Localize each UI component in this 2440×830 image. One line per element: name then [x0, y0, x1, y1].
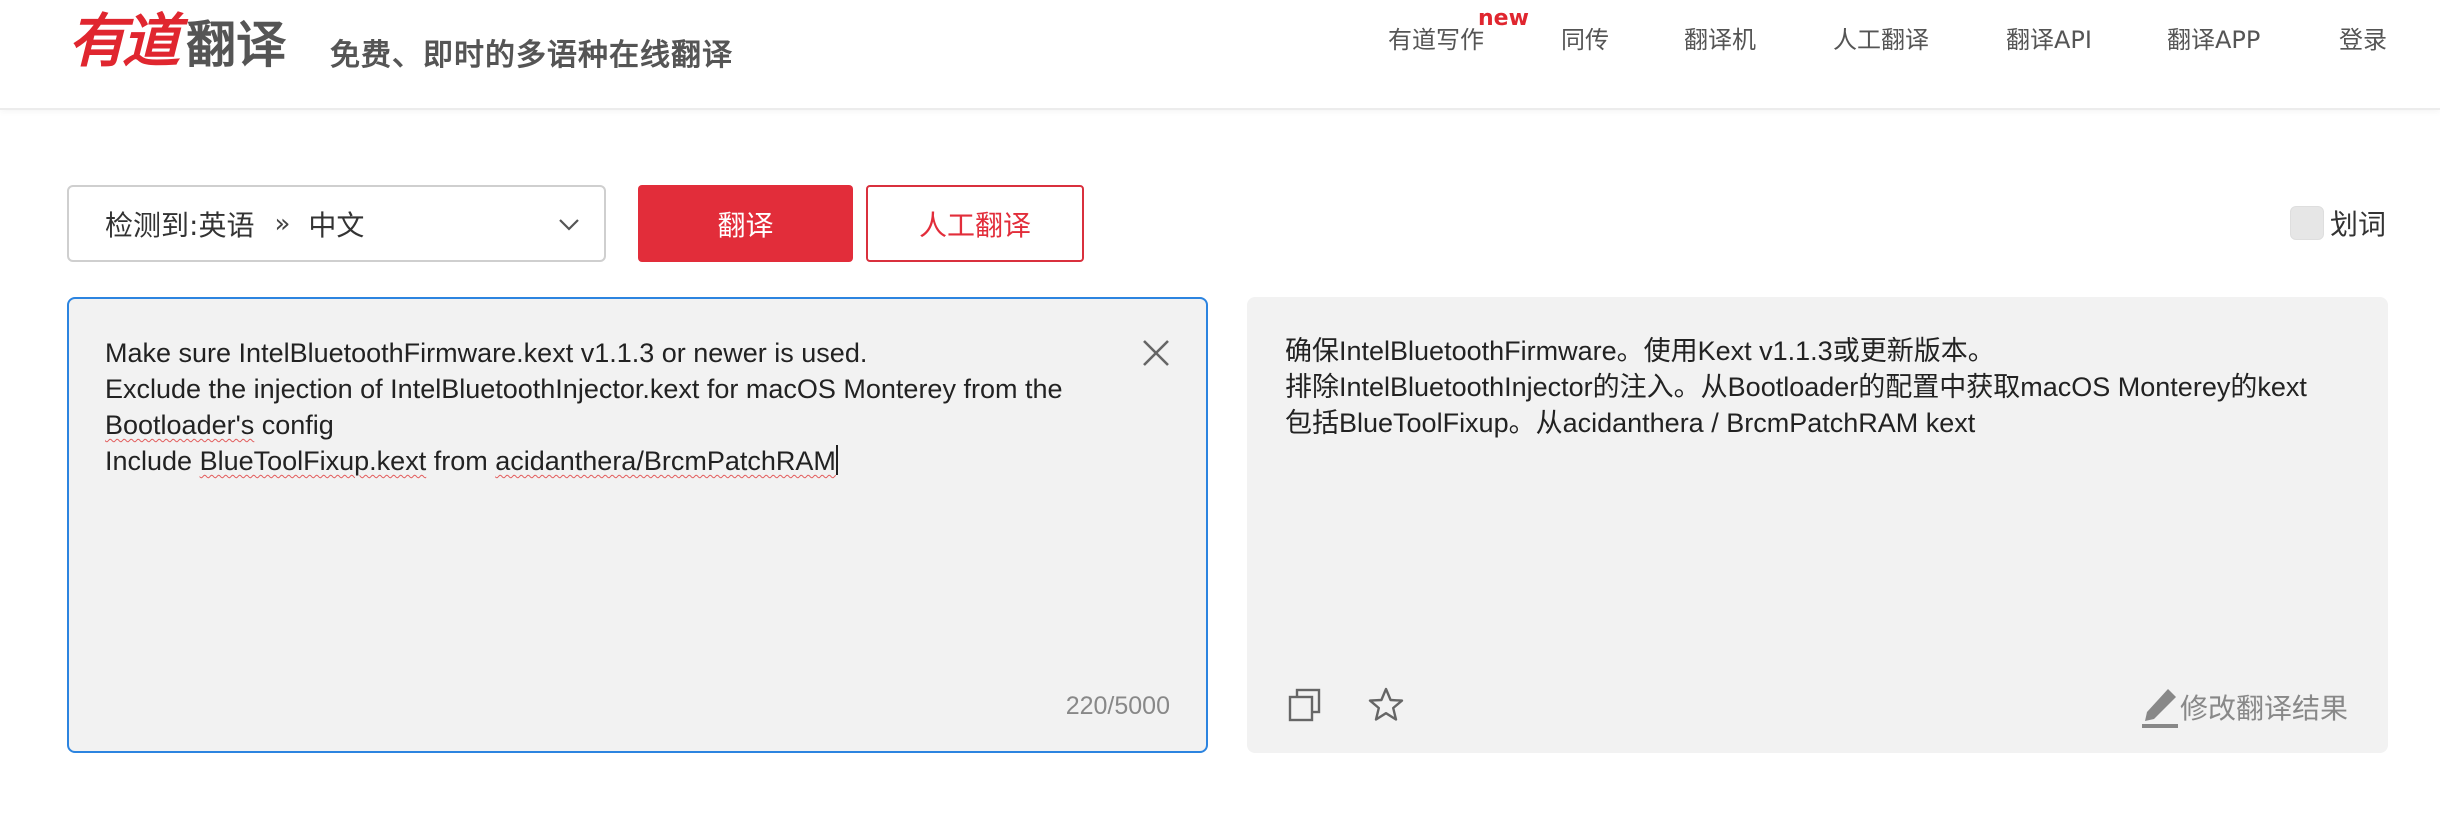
nav-item-human-translation[interactable]: 人工翻译	[1833, 20, 1929, 55]
edit-translation-label: 修改翻译结果	[2179, 692, 2348, 725]
character-count: 220/5000	[1065, 692, 1170, 720]
site-tagline: 免费、即时的多语种在线翻译	[330, 38, 733, 73]
edit-translation-button[interactable]: 修改翻译结果	[2140, 685, 2348, 729]
language-separator: »	[274, 208, 291, 239]
source-line-3-rest: config	[254, 410, 334, 440]
detected-prefix: 检测到:	[105, 208, 199, 242]
pencil-icon	[2141, 689, 2178, 728]
language-select[interactable]: 检测到: 英语 » 中文	[67, 185, 606, 262]
nav-item-login[interactable]: 登录	[2339, 20, 2387, 55]
source-line-4-c: from	[426, 446, 496, 476]
result-line-1: 确保IntelBluetoothFirmware。使用Kext v1.1.3或更…	[1285, 336, 1995, 366]
source-line-4-a: Include	[105, 446, 200, 476]
text-caret	[835, 445, 838, 475]
human-translate-button[interactable]: 人工翻译	[866, 185, 1084, 262]
close-icon[interactable]	[1140, 337, 1172, 369]
top-header: 有道 翻译 免费、即时的多语种在线翻译 有道写作 new 同传 翻译机 人工翻译…	[0, 0, 2440, 110]
star-icon[interactable]	[1367, 686, 1405, 724]
copy-icon[interactable]	[1287, 687, 1323, 723]
translation-result-panel: 确保IntelBluetoothFirmware。使用Kext v1.1.3或更…	[1247, 297, 2388, 753]
source-line-1: Make sure IntelBluetoothFirmware.kext v1…	[105, 338, 868, 368]
source-line-2: Exclude the injection of IntelBluetoothI…	[105, 374, 1063, 404]
logo-fanyi-text: 翻译	[186, 16, 287, 74]
source-input-panel[interactable]: Make sure IntelBluetoothFirmware.kext v1…	[67, 297, 1208, 753]
nav-item-simultaneous[interactable]: 同传	[1561, 20, 1609, 55]
new-badge: new	[1478, 6, 1529, 31]
translate-button[interactable]: 翻译	[638, 185, 853, 262]
result-line-3: 包括BlueToolFixup。从acidanthera / BrcmPatch…	[1285, 408, 1976, 438]
nav-item-translator-device[interactable]: 翻译机	[1684, 20, 1756, 55]
word-select-toggle[interactable]: 划词	[2290, 203, 2386, 243]
chevron-down-icon	[559, 219, 579, 231]
result-line-2: 排除IntelBluetoothInjector的注入。从Bootloader的…	[1285, 372, 2307, 402]
word-select-label: 划词	[2330, 208, 2387, 241]
nav-item-youdao-writing[interactable]: 有道写作	[1388, 20, 1484, 55]
source-textarea[interactable]: Make sure IntelBluetoothFirmware.kext v1…	[105, 335, 1115, 479]
translation-result-text: 确保IntelBluetoothFirmware。使用Kext v1.1.3或更…	[1285, 333, 2355, 441]
source-line-4-misspelled-1: BlueToolFixup.kext	[199, 446, 427, 476]
nav-item-translate-app[interactable]: 翻译APP	[2167, 20, 2260, 55]
source-line-4-misspelled-2: acidanthera/BrcmPatchRAM	[495, 446, 836, 476]
target-language: 中文	[308, 208, 365, 242]
source-language: 英语	[198, 208, 255, 242]
logo-youdao-text: 有道	[68, 7, 180, 75]
nav-item-translate-api[interactable]: 翻译API	[2006, 20, 2092, 55]
youdao-logo[interactable]: 有道 翻译	[68, 0, 286, 70]
word-select-checkbox[interactable]	[2290, 206, 2324, 240]
source-line-3-misspelled: Bootloader's	[105, 410, 255, 440]
